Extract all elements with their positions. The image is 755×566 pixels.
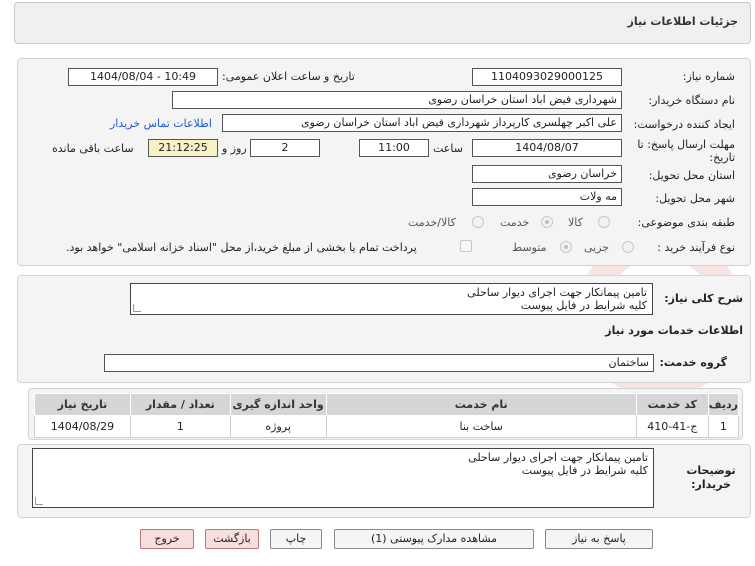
cell-quantity: 1 [129, 415, 231, 438]
col-header-quantity: تعداد / مقدار [129, 393, 231, 416]
process-radio-minor[interactable] [622, 241, 634, 253]
reply-to-need-button[interactable]: پاسخ به نیاز [545, 529, 653, 549]
need-number-field: 1104093029000125 [472, 68, 622, 86]
days-and-label: روز و [222, 142, 247, 155]
service-group-field: ساختمان [104, 354, 654, 372]
buyer-notes-textarea: تامین پیمانکار جهت اجرای دیوار ساحلی کلی… [32, 448, 654, 508]
services-table: ردیف کد خدمت نام خدمت واحد اندازه گیری ت… [34, 393, 740, 438]
deadline-label: مهلت ارسال پاسخ: تا تاریخ: [637, 138, 735, 164]
process-type-label: نوع فرآیند خرید : [657, 241, 735, 254]
back-button[interactable]: بازگشت [205, 529, 259, 549]
need-summary-textarea: تامین پیمانکار جهت اجرای دیوار ساحلی کلی… [130, 283, 653, 315]
table-row: 1 ج-41-410 ساخت بنا پروژه 1 1404/08/29 [34, 415, 740, 438]
cell-unit: پروژه [229, 415, 327, 438]
buyer-notes-line: تامین پیمانکار جهت اجرای دیوار ساحلی [468, 451, 648, 464]
process-medium-label: متوسط [512, 241, 547, 254]
remaining-time-field: 21:12:25 [148, 139, 218, 157]
col-header-need-date: تاریخ نیاز [34, 393, 131, 416]
table-header-row: ردیف کد خدمت نام خدمت واحد اندازه گیری ت… [34, 393, 740, 416]
province-field: خراسان رضوی [472, 165, 622, 183]
page-title: جزئیات اطلاعات نیاز [627, 15, 739, 28]
need-summary-line: تامین پیمانکار جهت اجرای دیوار ساحلی [467, 286, 647, 299]
province-label: استان محل تحویل: [648, 169, 735, 182]
process-minor-label: جزیی [584, 241, 610, 254]
category-radio-goods-service[interactable] [472, 216, 484, 228]
buyer-notes-label: توضیحات خریدار: [686, 464, 736, 491]
col-header-row-number: ردیف [707, 393, 740, 416]
cell-service-name: ساخت بنا [325, 415, 637, 438]
need-summary-label: شرح کلی نیاز: [664, 292, 743, 305]
page-header: جزئیات اطلاعات نیاز [14, 2, 751, 44]
resize-handle[interactable] [35, 497, 43, 505]
cell-row-number: 1 [707, 415, 740, 438]
resize-handle[interactable] [133, 304, 141, 312]
col-header-service-name: نام خدمت [325, 393, 637, 416]
col-header-unit: واحد اندازه گیری [229, 393, 327, 416]
buyer-notes-line: کلیه شرایط در فایل پیوست [521, 464, 648, 477]
days-field: 2 [250, 139, 320, 157]
exit-button[interactable]: خروج [140, 529, 194, 549]
treasury-payment-note: پرداخت تمام یا بخشی از مبلغ خرید،از محل … [66, 241, 417, 254]
category-label: طبقه بندی موضوعی: [637, 216, 735, 229]
services-info-title: اطلاعات خدمات مورد نیاز [605, 324, 743, 337]
buyer-contact-link[interactable]: اطلاعات تماس خریدار [110, 117, 212, 130]
cell-need-date: 1404/08/29 [34, 415, 131, 438]
treasury-payment-checkbox[interactable] [460, 240, 472, 252]
category-radio-service[interactable] [541, 216, 553, 228]
city-label: شهر محل تحویل: [655, 192, 735, 205]
view-attachments-button[interactable]: مشاهده مدارک پیوستی (1) [334, 529, 534, 549]
service-group-label: گروه خدمت: [659, 356, 727, 369]
print-button[interactable]: چاپ [270, 529, 322, 549]
process-radio-medium[interactable] [560, 241, 572, 253]
announce-datetime-label: تاریخ و ساعت اعلان عمومی: [222, 70, 355, 83]
announce-datetime-field: 1404/08/04 - 10:49 [68, 68, 218, 86]
buyer-org-label: نام دستگاه خریدار: [648, 94, 735, 107]
remaining-label: ساعت باقی مانده [52, 142, 134, 155]
requester-field: علی اکبر چهلسری کارپرداز شهرداری فیض ابا… [222, 114, 622, 132]
category-goods-service-label: کالا/خدمت [408, 216, 456, 229]
cell-service-code: ج-41-410 [635, 415, 709, 438]
category-goods-label: کالا [568, 216, 583, 229]
city-field: مه ولات [472, 188, 622, 206]
need-summary-line: کلیه شرایط در فایل پیوست [520, 299, 647, 312]
category-service-label: خدمت [500, 216, 530, 229]
need-number-label: شماره نیاز: [682, 70, 735, 83]
requester-label: ایجاد کننده درخواست: [633, 118, 735, 131]
deadline-hour-label: ساعت [433, 142, 463, 155]
deadline-date-field: 1404/08/07 [472, 139, 622, 157]
category-radio-goods[interactable] [598, 216, 610, 228]
deadline-time-field: 11:00 [359, 139, 429, 157]
col-header-service-code: کد خدمت [635, 393, 709, 416]
buyer-org-field: شهرداری فیض اباد استان خراسان رضوی [172, 91, 622, 109]
